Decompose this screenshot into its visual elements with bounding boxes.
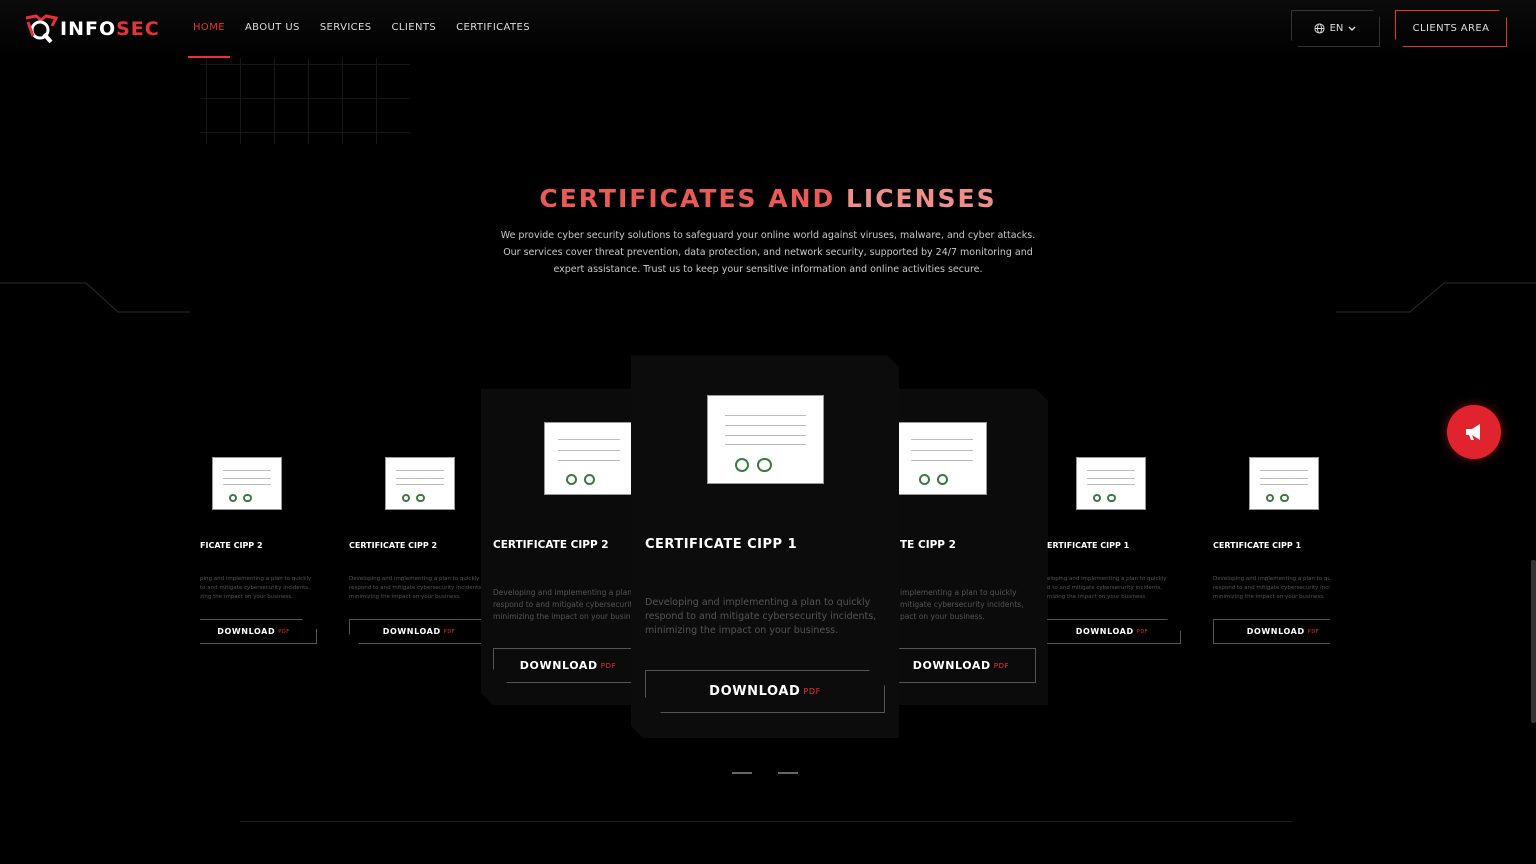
carousel-dot[interactable] bbox=[732, 772, 752, 774]
certificate-card: TE CIPP 2 implementing a plan to quickly… bbox=[898, 389, 1048, 705]
main-nav: HOME ABOUT US SERVICES CLIENTS CERTIFICA… bbox=[188, 0, 545, 58]
carousel-dot[interactable] bbox=[778, 772, 798, 774]
brand-name: INFOSEC bbox=[60, 18, 160, 40]
certificate-name: ERTIFICATE CIPP 1 bbox=[1047, 541, 1130, 550]
certificate-name: CERTIFICATE CIPP 1 bbox=[645, 537, 798, 552]
certificate-thumbnail[interactable] bbox=[1249, 457, 1319, 510]
certificate-thumbnail[interactable] bbox=[1076, 457, 1146, 510]
download-pdf-button[interactable]: DOWNLOAD PDF bbox=[349, 619, 484, 644]
nav-about-us[interactable]: ABOUT US bbox=[240, 0, 305, 58]
nav-services[interactable]: SERVICES bbox=[315, 0, 377, 58]
shield-logo-icon bbox=[25, 14, 58, 44]
download-pdf-button[interactable]: DOWNLOAD PDF bbox=[1213, 619, 1330, 644]
section-title: CERTIFICATES AND LICENSES bbox=[539, 184, 997, 213]
certificate-description: implementing a plan to quickly mitigate … bbox=[900, 588, 1024, 621]
download-pdf-button[interactable]: DOWNLOAD PDF bbox=[645, 670, 885, 713]
site-header: INFOSEC HOME ABOUT US SERVICES CLIENTS C… bbox=[0, 0, 1536, 58]
certificate-description: Developing and implementing a plan to qu… bbox=[645, 597, 877, 636]
certificate-description: Developing and implementing a plan to qu… bbox=[493, 588, 631, 621]
announcement-button[interactable] bbox=[1447, 405, 1501, 459]
megaphone-icon bbox=[1466, 424, 1480, 440]
certificate-name: TE CIPP 2 bbox=[900, 539, 956, 551]
download-pdf-button[interactable]: DOWNLOAD PDF bbox=[200, 619, 317, 644]
certificate-name: CERTIFICATE CIPP 1 bbox=[1213, 541, 1302, 550]
download-pdf-button[interactable]: DOWNLOAD PDF bbox=[898, 648, 1036, 683]
chevron-down-icon bbox=[1347, 25, 1357, 33]
certificate-description: Developing and implementing a plan to qu… bbox=[1213, 576, 1330, 600]
certificate-name: CERTIFICATE CIPP 2 bbox=[349, 541, 438, 550]
certificate-description: Developing and implementing a plan to qu… bbox=[349, 576, 483, 600]
certificate-card: CERTIFICATE CIPP 1 Developing and implem… bbox=[1213, 440, 1330, 650]
certificate-thumbnail[interactable] bbox=[212, 457, 282, 510]
nav-home[interactable]: HOME bbox=[188, 0, 230, 58]
certificate-thumbnail[interactable] bbox=[544, 422, 631, 495]
certificate-card: CERTIFICATE CIPP 2 Developing and implem… bbox=[481, 389, 631, 705]
left-decor-line bbox=[0, 282, 190, 313]
right-decor-line bbox=[1336, 282, 1536, 313]
globe-icon bbox=[1314, 23, 1325, 34]
certificate-thumbnail[interactable] bbox=[385, 457, 455, 510]
clients-area-button[interactable]: CLIENTS AREA bbox=[1395, 10, 1507, 47]
section-divider bbox=[240, 821, 1292, 822]
certificate-name: FICATE CIPP 2 bbox=[200, 541, 263, 550]
language-code: EN bbox=[1329, 23, 1344, 34]
brand-logo[interactable]: INFOSEC bbox=[24, 14, 160, 44]
certificate-card: CERTIFICATE CIPP 2 Developing and implem… bbox=[349, 440, 484, 650]
certificate-thumbnail[interactable] bbox=[707, 395, 824, 484]
section-description: We provide cyber security solutions to s… bbox=[500, 230, 1036, 275]
certificate-card-active: CERTIFICATE CIPP 1 Developing and implem… bbox=[631, 355, 899, 738]
grid-decoration bbox=[200, 58, 410, 144]
certificate-description: ping and implementing a plan to quickly … bbox=[200, 576, 312, 600]
nav-clients[interactable]: CLIENTS bbox=[387, 0, 442, 58]
language-selector[interactable]: EN bbox=[1291, 10, 1380, 47]
download-pdf-button[interactable]: DOWNLOAD PDF bbox=[493, 648, 631, 683]
certificate-card: ERTIFICATE CIPP 1 eloping and implementi… bbox=[1047, 440, 1182, 650]
certificate-thumbnail[interactable] bbox=[898, 422, 987, 495]
certificate-card: FICATE CIPP 2 ping and implementing a pl… bbox=[200, 440, 330, 650]
certificate-name: CERTIFICATE CIPP 2 bbox=[493, 539, 609, 551]
download-pdf-button[interactable]: DOWNLOAD PDF bbox=[1047, 619, 1181, 644]
nav-certificates[interactable]: CERTIFICATES bbox=[451, 0, 535, 58]
certificate-description: eloping and implementing a plan to quick… bbox=[1047, 576, 1167, 600]
scrollbar-thumb[interactable] bbox=[1531, 560, 1536, 723]
